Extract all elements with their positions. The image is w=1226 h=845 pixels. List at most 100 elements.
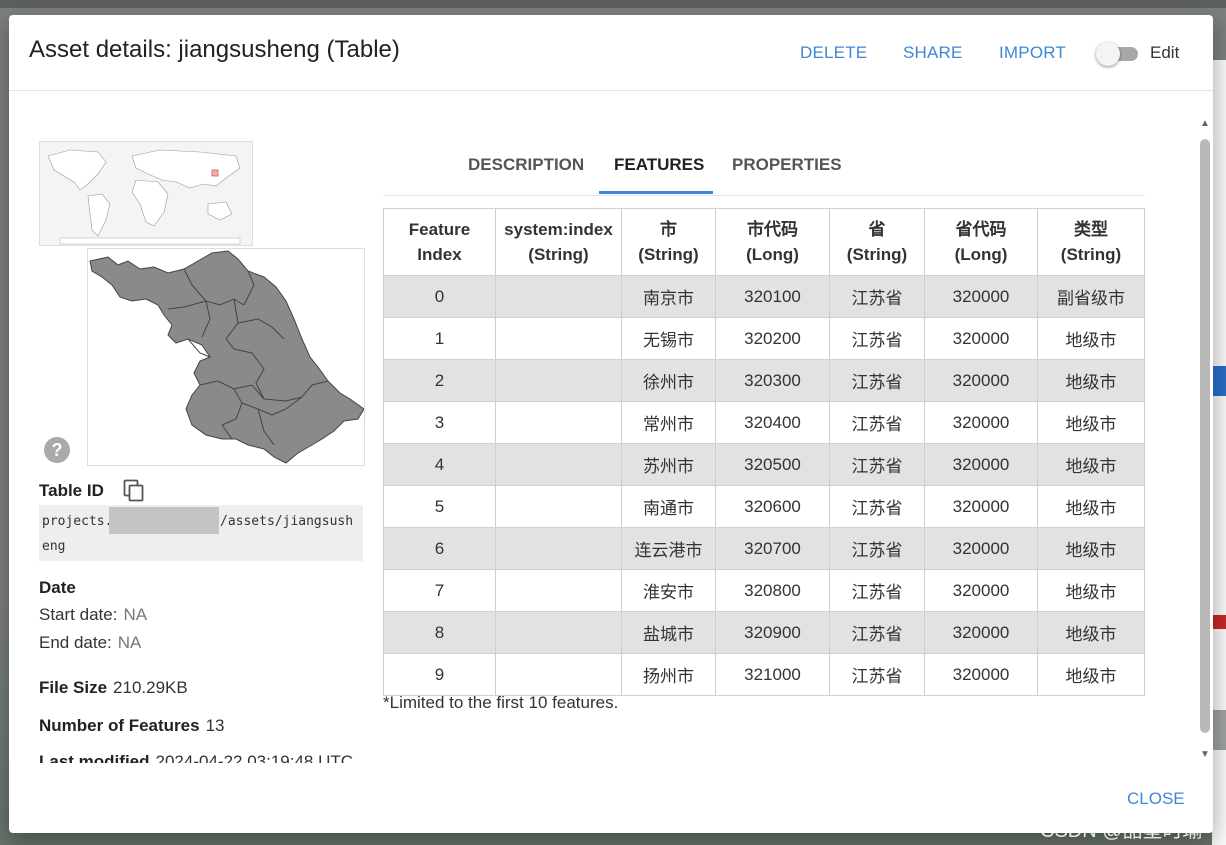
table-cell: 320900 bbox=[715, 611, 830, 654]
tab-bar: DESCRIPTION FEATURES PROPERTIES bbox=[383, 141, 1145, 196]
table-cell: 江苏省 bbox=[829, 443, 925, 486]
table-row: 5 南通市 320600 江苏省 320000 地级市 bbox=[383, 485, 1145, 528]
date-label: Date bbox=[39, 578, 76, 597]
table-id-path-end: eng bbox=[42, 539, 66, 554]
table-cell bbox=[495, 611, 622, 654]
table-cell bbox=[495, 317, 622, 360]
num-features-row: Number of Features 13 bbox=[39, 716, 225, 736]
dialog-content: ? Table ID projects. /assets/jiangsush e… bbox=[9, 91, 1199, 763]
table-cell: 连云港市 bbox=[621, 527, 716, 570]
background-red-block bbox=[1212, 615, 1226, 629]
table-cell: 地级市 bbox=[1037, 443, 1145, 486]
table-cell: 4 bbox=[383, 443, 496, 486]
active-tab-indicator bbox=[599, 191, 713, 194]
background-gray-block bbox=[1212, 710, 1226, 750]
table-cell bbox=[495, 653, 622, 696]
column-header[interactable]: 省 (String) bbox=[829, 208, 925, 276]
scroll-up-arrow-icon[interactable]: ▲ bbox=[1200, 118, 1210, 129]
import-button[interactable]: IMPORT bbox=[999, 43, 1066, 63]
dialog-header: Asset details: jiangsusheng (Table) DELE… bbox=[9, 15, 1213, 91]
tab-description[interactable]: DESCRIPTION bbox=[468, 155, 584, 175]
world-locator-map bbox=[39, 141, 253, 246]
table-id-value[interactable]: projects. /assets/jiangsush eng bbox=[39, 505, 363, 561]
toggle-knob bbox=[1096, 42, 1120, 66]
table-cell: 6 bbox=[383, 527, 496, 570]
table-cell: 0 bbox=[383, 275, 496, 318]
table-cell: 320000 bbox=[924, 653, 1038, 696]
dialog-scrollbar[interactable]: ▲ ▼ bbox=[1199, 118, 1211, 760]
end-date-value: NA bbox=[117, 633, 142, 652]
num-features-value: 13 bbox=[205, 716, 225, 735]
file-size-value: 210.29KB bbox=[113, 678, 188, 697]
table-cell: 320000 bbox=[924, 443, 1038, 486]
table-cell: 320000 bbox=[924, 317, 1038, 360]
watermark: CSDN @喆星时瑜 bbox=[1040, 820, 1203, 842]
table-cell: 321000 bbox=[715, 653, 830, 696]
table-cell: 320600 bbox=[715, 485, 830, 528]
table-cell bbox=[495, 569, 622, 612]
table-cell: 江苏省 bbox=[829, 569, 925, 612]
column-header[interactable]: Feature Index bbox=[383, 208, 496, 276]
edit-toggle-label: Edit bbox=[1150, 43, 1180, 62]
share-button[interactable]: SHARE bbox=[903, 43, 963, 63]
table-cell: 320000 bbox=[924, 611, 1038, 654]
table-cell: 320000 bbox=[924, 485, 1038, 528]
file-size-label: File Size bbox=[39, 678, 108, 697]
background-panel bbox=[1212, 60, 1226, 845]
table-cell: 320100 bbox=[715, 275, 830, 318]
dialog-title: Asset details: jiangsusheng (Table) bbox=[29, 36, 400, 63]
tab-properties[interactable]: PROPERTIES bbox=[732, 155, 842, 175]
table-cell: 地级市 bbox=[1037, 653, 1145, 696]
column-header[interactable]: 市代码 (Long) bbox=[715, 208, 830, 276]
province-preview-map bbox=[87, 248, 365, 466]
start-date-row: Start date: NA bbox=[39, 605, 147, 625]
help-icon[interactable]: ? bbox=[44, 437, 70, 463]
table-cell: 南通市 bbox=[621, 485, 716, 528]
table-cell: 320300 bbox=[715, 359, 830, 402]
table-cell: 江苏省 bbox=[829, 527, 925, 570]
table-cell: 320500 bbox=[715, 443, 830, 486]
column-header[interactable]: system:index (String) bbox=[495, 208, 622, 276]
background-blue-block bbox=[1212, 366, 1226, 396]
tab-features[interactable]: FEATURES bbox=[614, 155, 704, 175]
table-cell: 8 bbox=[383, 611, 496, 654]
table-cell: 无锡市 bbox=[621, 317, 716, 360]
start-date-value: NA bbox=[123, 605, 148, 624]
asset-details-dialog: Asset details: jiangsusheng (Table) DELE… bbox=[9, 15, 1213, 833]
table-header-row: Feature Index system:index (String) 市 (Stri… bbox=[383, 208, 1145, 276]
table-cell bbox=[495, 275, 622, 318]
table-cell: 地级市 bbox=[1037, 611, 1145, 654]
redacted-project-name bbox=[109, 507, 219, 534]
table-cell: 扬州市 bbox=[621, 653, 716, 696]
table-cell: 江苏省 bbox=[829, 611, 925, 654]
table-row: 7 淮安市 320800 江苏省 320000 地级市 bbox=[383, 569, 1145, 612]
table-cell: 南京市 bbox=[621, 275, 716, 318]
table-row: 9 扬州市 321000 江苏省 320000 地级市 bbox=[383, 653, 1145, 696]
start-date-label: Start date: bbox=[39, 605, 118, 624]
table-cell: 苏州市 bbox=[621, 443, 716, 486]
column-header[interactable]: 省代码 (Long) bbox=[924, 208, 1038, 276]
table-cell: 320800 bbox=[715, 569, 830, 612]
table-row: 8 盐城市 320900 江苏省 320000 地级市 bbox=[383, 611, 1145, 654]
last-modified-value: 2024-04-22 03:19:48 UTC bbox=[155, 752, 354, 763]
scroll-down-arrow-icon[interactable]: ▼ bbox=[1200, 749, 1210, 760]
table-cell: 9 bbox=[383, 653, 496, 696]
copy-icon[interactable] bbox=[123, 479, 145, 503]
column-header[interactable]: 市 (String) bbox=[621, 208, 716, 276]
edit-toggle[interactable] bbox=[1096, 42, 1140, 66]
table-cell: 2 bbox=[383, 359, 496, 402]
table-cell bbox=[495, 485, 622, 528]
table-cell: 320000 bbox=[924, 359, 1038, 402]
column-header[interactable]: 类型 (String) bbox=[1037, 208, 1145, 276]
close-button[interactable]: CLOSE bbox=[1127, 789, 1185, 809]
table-row: 1 无锡市 320200 江苏省 320000 地级市 bbox=[383, 317, 1145, 360]
features-table: Feature Index system:index (String) 市 (Stri… bbox=[383, 208, 1145, 696]
table-cell: 江苏省 bbox=[829, 317, 925, 360]
num-features-label: Number of Features bbox=[39, 716, 200, 735]
table-cell: 淮安市 bbox=[621, 569, 716, 612]
table-cell: 320700 bbox=[715, 527, 830, 570]
last-modified-label: Last modified bbox=[39, 752, 150, 763]
scrollbar-thumb[interactable] bbox=[1200, 139, 1210, 733]
delete-button[interactable]: DELETE bbox=[800, 43, 867, 63]
table-id-label: Table ID bbox=[39, 481, 104, 500]
